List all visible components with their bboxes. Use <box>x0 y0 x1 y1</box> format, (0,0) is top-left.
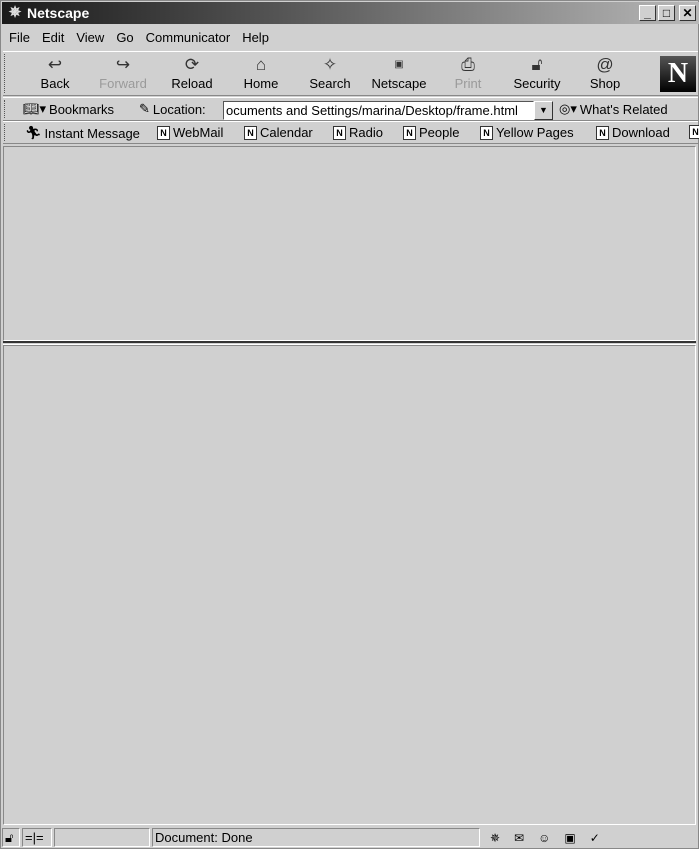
location-toolbar: 📖︎▾ Bookmarks ✎ Location: ocuments and Set… <box>3 97 698 121</box>
bottom-frame <box>3 345 696 825</box>
minimize-button[interactable]: _ <box>639 5 656 21</box>
shop-button[interactable]: @ Shop <box>571 54 639 94</box>
composer-icon[interactable]: ▣ <box>564 831 575 845</box>
menu-go[interactable]: Go <box>110 30 139 45</box>
netscape-app-icon: ✵ <box>8 4 22 21</box>
page-proxy-icon[interactable]: ✎ <box>139 101 150 117</box>
print-button[interactable]: ⎙ Print <box>434 54 502 94</box>
window-title: Netscape <box>27 5 90 21</box>
navigator-icon[interactable]: ✵ <box>490 831 500 845</box>
bookmark-page-icon: N <box>596 125 609 140</box>
bookmark-page-icon: N <box>333 125 346 140</box>
forward-arrow-icon: ↪ <box>115 55 131 74</box>
menu-view[interactable]: View <box>70 30 110 45</box>
radio-link[interactable]: N Radio <box>333 125 383 140</box>
bookmarks-icon: 📖︎▾ <box>23 101 47 116</box>
yellow-pages-link[interactable]: N Yellow Pages <box>480 125 574 140</box>
menu-file[interactable]: File <box>3 30 36 45</box>
menu-bar: File Edit View Go Communicator Help <box>3 27 275 47</box>
search-flashlight-icon: ✧ <box>322 55 338 74</box>
search-button[interactable]: ✧ Search <box>296 54 364 94</box>
padlock-icon: 🔓︎ <box>531 55 543 74</box>
bookmark-page-icon: N <box>403 125 416 140</box>
menu-edit[interactable]: Edit <box>36 30 70 45</box>
download-link[interactable]: N Download <box>596 125 670 140</box>
toolbar-grip[interactable] <box>4 100 10 118</box>
instant-message-icon: 🏃︎ <box>25 125 42 140</box>
home-button[interactable]: ⌂ Home <box>227 54 295 94</box>
status-text: Document: Done <box>152 828 480 847</box>
forward-button[interactable]: ↪ Forward <box>89 54 157 94</box>
top-frame <box>3 146 696 341</box>
bookmarks-button[interactable]: 📖︎▾ Bookmarks <box>23 101 114 117</box>
back-button[interactable]: ↩ Back <box>21 54 89 94</box>
status-bar: 🔓︎ =|= Document: Done ✵ ✉ ☺ ▣ ✓ <box>2 827 699 848</box>
personal-toolbar: 🏃︎ Instant Message N WebMail N Calendar N Ra… <box>3 121 699 144</box>
home-icon: ⌂ <box>255 55 267 74</box>
toolbar-grip[interactable] <box>4 124 10 141</box>
back-arrow-icon: ↩ <box>47 55 63 74</box>
bookmark-page-icon: N <box>157 125 170 140</box>
whats-related-button[interactable]: ◎▾ What's Related <box>559 101 668 117</box>
bookmark-page-icon: N <box>244 125 257 140</box>
instant-message-button[interactable]: 🏃︎ Instant Message <box>25 125 140 141</box>
instant-messenger-icon[interactable]: ☺ <box>538 831 550 845</box>
menu-communicator[interactable]: Communicator <box>140 30 237 45</box>
composer-edit-icon[interactable]: ✓ <box>590 831 600 845</box>
title-bar: ✵ Netscape _ □ ✕ <box>2 2 699 24</box>
netscape-logo[interactable]: N <box>660 56 696 92</box>
whats-related-icon: ◎▾ <box>559 101 577 116</box>
bookmark-page-icon: N <box>480 125 493 140</box>
maximize-button[interactable]: □ <box>658 5 675 21</box>
mail-icon[interactable]: ✉ <box>514 831 524 845</box>
menu-help[interactable]: Help <box>236 30 275 45</box>
bookmark-page-icon: N <box>689 125 699 139</box>
webmail-link[interactable]: N WebMail <box>157 125 223 140</box>
calendar-link[interactable]: N Calendar <box>244 125 313 140</box>
navigation-toolbar: ↩ Back ↪ Forward ⟳ Reload ⌂ Home ✧ Search ▣ Ne… <box>3 51 698 96</box>
reload-icon: ⟳ <box>184 55 200 74</box>
component-bar: ✵ ✉ ☺ ▣ ✓ <box>482 831 600 845</box>
browser-window: ✵ Netscape _ □ ✕ File Edit View Go Commu… <box>0 0 699 849</box>
close-button[interactable]: ✕ <box>679 5 696 21</box>
people-link[interactable]: N People <box>403 125 459 140</box>
reload-button[interactable]: ⟳ Reload <box>158 54 226 94</box>
printer-icon: ⎙ <box>461 55 475 74</box>
location-label: ✎ Location: <box>139 101 206 117</box>
security-button[interactable]: 🔓︎ Security <box>503 54 571 94</box>
more-bookmarks-overflow[interactable]: N <box>689 125 699 139</box>
shopping-bag-icon: @ <box>596 55 614 74</box>
progress-bar <box>54 828 150 847</box>
netscape-button[interactable]: ▣ Netscape <box>365 54 433 94</box>
chevron-down-icon: ▼ <box>539 105 548 115</box>
security-lock-icon[interactable]: 🔓︎ <box>2 828 20 847</box>
my-netscape-icon: ▣ <box>394 59 404 70</box>
location-dropdown-button[interactable]: ▼ <box>534 101 553 120</box>
location-input[interactable]: ocuments and Settings/marina/Desktop/fra… <box>223 101 534 120</box>
toolbar-grip[interactable] <box>4 54 10 93</box>
online-plug-icon[interactable]: =|= <box>22 828 52 847</box>
